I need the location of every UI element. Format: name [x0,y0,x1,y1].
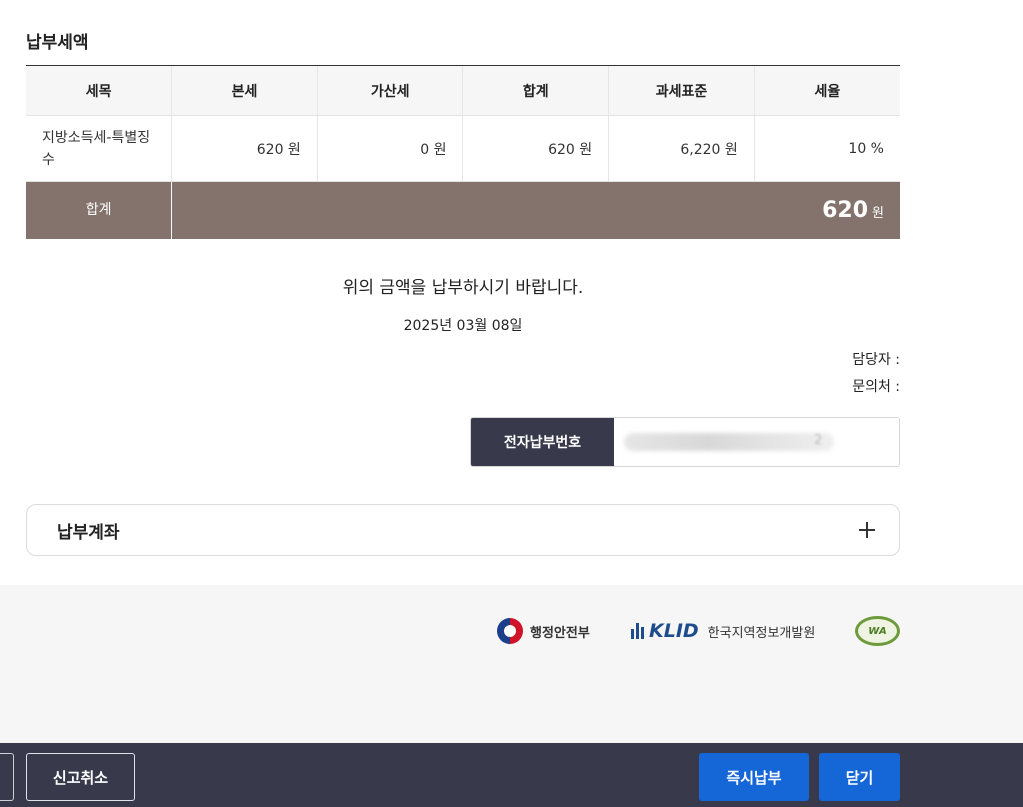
cell-base-tax: 620 원 [171,115,318,182]
epay-label: 전자납부번호 [471,418,614,466]
partial-button-edge[interactable] [0,753,14,801]
cell-sum: 620 원 [462,115,609,182]
bottom-action-bar: 신고취소 즉시납부 닫기 [0,743,1023,807]
section-title: 납부세액 [26,33,89,53]
table-header-row: 세목 본세 가산세 합계 과세표준 세율 [26,65,900,116]
col-header-tax-base: 과세표준 [608,65,755,116]
redaction-blur [624,433,834,451]
table-row: 지방소득세-특별징수 620 원 0 원 620 원 6,220 원 10 % [26,115,900,182]
cell-rate: 10 % [753,115,900,182]
epay-number-box: 전자납부번호 2 [470,417,900,467]
inquiry-label: 문의처 : [852,379,900,395]
accordion-label: 납부계좌 [57,522,120,543]
cell-item: 지방소득세-특별징수 [26,115,172,182]
mois-logo-text: 행정안전부 [530,625,590,641]
klid-logo-mark: KLID [649,620,699,642]
taegeuk-icon [497,618,523,644]
klid-logo: KLID 한국지역정보개발원 [631,620,815,642]
web-accessibility-badge: WA [855,616,900,646]
total-amount-cell: 620 원 [171,181,900,239]
col-header-sum: 합계 [462,65,609,116]
tax-table: 세목 본세 가산세 합계 과세표준 세율 지방소득세-특별징수 620 원 0 … [26,65,900,239]
total-amount: 620 [822,197,869,223]
col-header-base-tax: 본세 [171,65,318,116]
cancel-report-button[interactable]: 신고취소 [26,753,135,801]
cell-tax-base: 6,220 원 [608,115,755,182]
epay-value-redacted: 2 [614,418,899,466]
mois-logo: 행정안전부 [497,618,590,644]
manager-label: 담당자 : [852,352,900,368]
total-row: 합계 620 원 [26,181,900,239]
footer: 행정안전부 KLID 한국지역정보개발원 WA [0,585,1023,743]
cell-penalty: 0 원 [316,115,463,182]
total-unit: 원 [872,205,884,221]
col-header-rate: 세율 [753,65,900,116]
col-header-item: 세목 [26,65,172,116]
wa-badge-text: WA [868,625,887,637]
payment-account-accordion[interactable]: 납부계좌 [26,504,900,556]
close-button[interactable]: 닫기 [819,753,900,801]
klid-bars-icon [631,623,644,639]
payment-notice: 위의 금액을 납부하시기 바랍니다. [342,278,584,298]
notice-date: 2025년 03월 08일 [403,318,523,334]
pay-now-button[interactable]: 즉시납부 [699,753,809,801]
klid-logo-text: 한국지역정보개발원 [707,625,816,641]
plus-icon[interactable] [859,522,875,538]
epay-value-tail: 2 [814,433,823,448]
total-label: 합계 [26,181,172,239]
col-header-penalty: 가산세 [316,65,463,116]
